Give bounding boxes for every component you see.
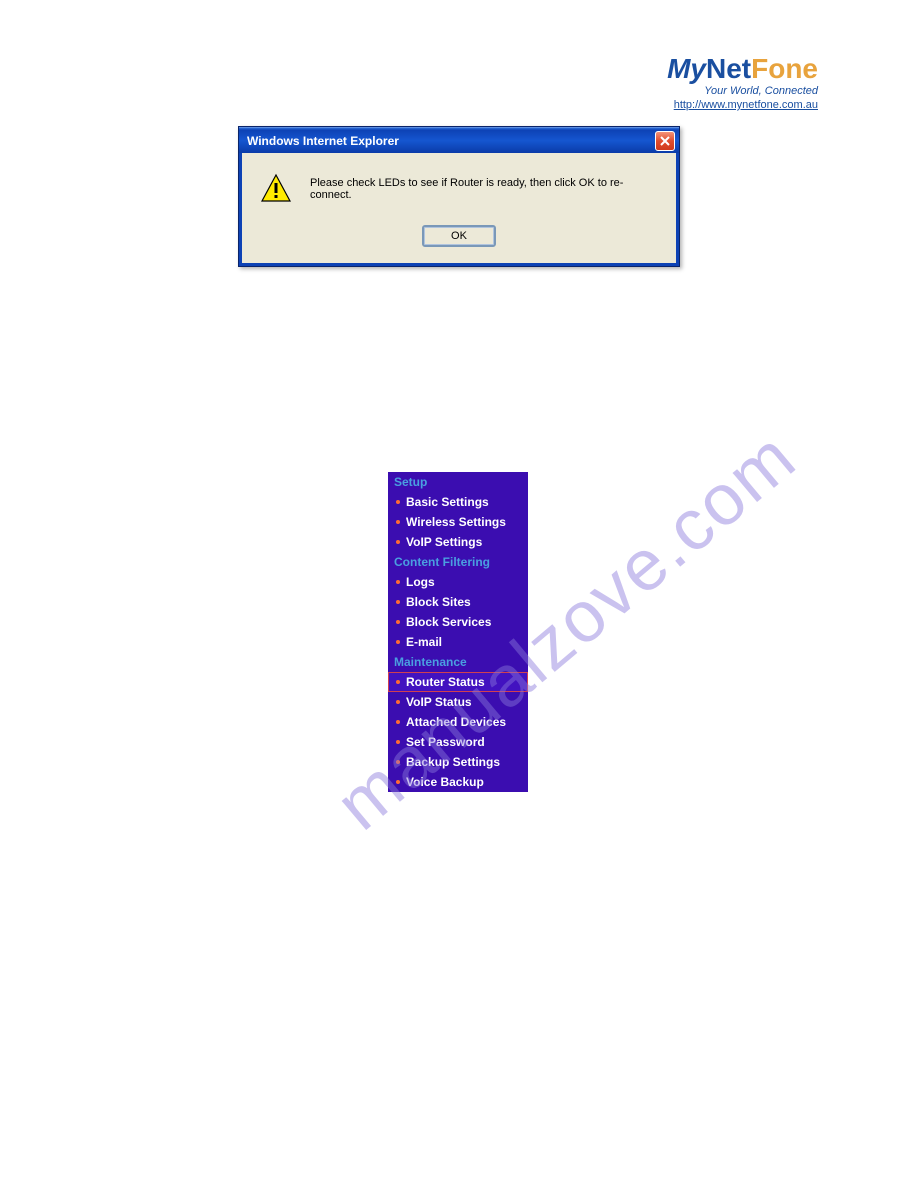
nav-item-wireless-settings[interactable]: Wireless Settings: [388, 512, 528, 532]
nav-item-label: Logs: [406, 575, 435, 589]
close-button[interactable]: [655, 131, 675, 151]
dialog-button-row: OK: [260, 225, 658, 247]
nav-item-label: Attached Devices: [406, 715, 506, 729]
ok-button[interactable]: OK: [422, 225, 496, 247]
dialog-title: Windows Internet Explorer: [247, 134, 399, 148]
close-icon: [660, 136, 670, 146]
bullet-icon: [396, 640, 400, 644]
nav-section-header: Setup: [388, 472, 528, 492]
nav-item-label: Basic Settings: [406, 495, 489, 509]
bullet-icon: [396, 780, 400, 784]
nav-item-set-password[interactable]: Set Password: [388, 732, 528, 752]
warning-icon: [260, 173, 292, 205]
nav-item-basic-settings[interactable]: Basic Settings: [388, 492, 528, 512]
bullet-icon: [396, 620, 400, 624]
bullet-icon: [396, 700, 400, 704]
nav-item-label: VoIP Status: [406, 695, 472, 709]
nav-item-backup-settings[interactable]: Backup Settings: [388, 752, 528, 772]
nav-section-header: Maintenance: [388, 652, 528, 672]
nav-item-label: Router Status: [406, 675, 485, 689]
bullet-icon: [396, 540, 400, 544]
nav-item-voip-settings[interactable]: VoIP Settings: [388, 532, 528, 552]
nav-item-logs[interactable]: Logs: [388, 572, 528, 592]
nav-item-voice-backup[interactable]: Voice Backup: [388, 772, 528, 792]
nav-item-label: Set Password: [406, 735, 485, 749]
bullet-icon: [396, 680, 400, 684]
nav-item-label: VoIP Settings: [406, 535, 482, 549]
brand-logo-area: MyNetFone Your World, Connected http://w…: [667, 55, 818, 111]
nav-item-e-mail[interactable]: E-mail: [388, 632, 528, 652]
brand-logo: MyNetFone: [667, 55, 818, 83]
bullet-icon: [396, 580, 400, 584]
nav-item-label: Block Services: [406, 615, 491, 629]
dialog-body: Please check LEDs to see if Router is re…: [239, 153, 679, 266]
nav-item-label: Wireless Settings: [406, 515, 506, 529]
nav-item-router-status[interactable]: Router Status: [388, 672, 528, 692]
bullet-icon: [396, 520, 400, 524]
nav-item-attached-devices[interactable]: Attached Devices: [388, 712, 528, 732]
bullet-icon: [396, 600, 400, 604]
alert-dialog: Windows Internet Explorer Please check L…: [238, 126, 680, 267]
nav-item-label: Block Sites: [406, 595, 471, 609]
brand-url-link[interactable]: http://www.mynetfone.com.au: [667, 99, 818, 111]
bullet-icon: [396, 720, 400, 724]
dialog-content: Please check LEDs to see if Router is re…: [260, 173, 658, 205]
dialog-titlebar: Windows Internet Explorer: [239, 127, 679, 153]
logo-part-fone: Fone: [751, 53, 818, 84]
logo-part-my: My: [667, 53, 706, 84]
bullet-icon: [396, 760, 400, 764]
sidebar-nav-menu: Setup Basic Settings Wireless Settings VoIP…: [388, 472, 528, 792]
nav-item-voip-status[interactable]: VoIP Status: [388, 692, 528, 712]
nav-item-block-sites[interactable]: Block Sites: [388, 592, 528, 612]
nav-section-header: Content Filtering: [388, 552, 528, 572]
bullet-icon: [396, 740, 400, 744]
dialog-message: Please check LEDs to see if Router is re…: [310, 177, 658, 201]
nav-item-label: E-mail: [406, 635, 442, 649]
nav-item-label: Backup Settings: [406, 755, 500, 769]
nav-item-label: Voice Backup: [406, 775, 484, 789]
nav-item-block-services[interactable]: Block Services: [388, 612, 528, 632]
brand-tagline: Your World, Connected: [667, 85, 818, 97]
bullet-icon: [396, 500, 400, 504]
logo-part-net: Net: [706, 53, 751, 84]
